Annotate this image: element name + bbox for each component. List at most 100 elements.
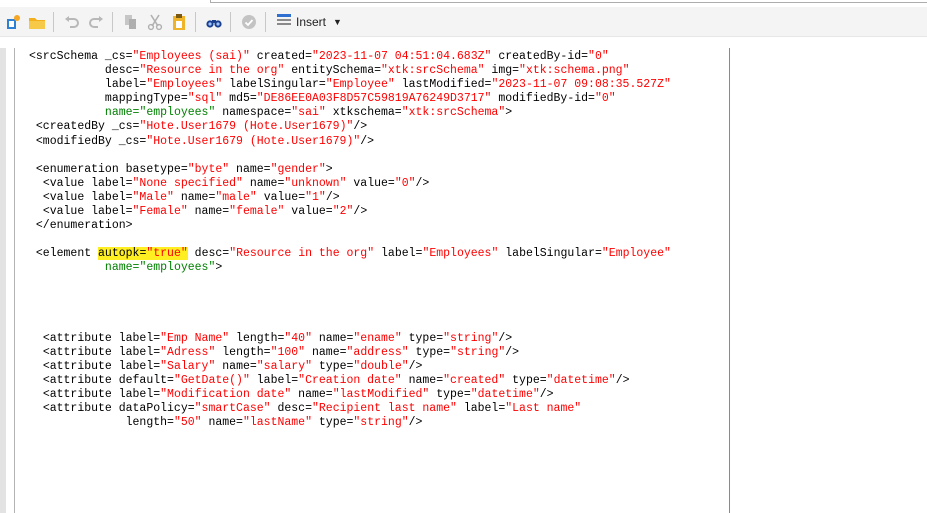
code-token: "xtk:srcSchema" xyxy=(381,64,485,78)
code-token: /> xyxy=(408,416,423,430)
code-line: <attribute label="Modification date" nam… xyxy=(29,388,671,402)
find-icon[interactable] xyxy=(203,11,225,33)
code-line: <modifiedBy _cs="Hote.User1679 (Hote.Use… xyxy=(29,135,671,149)
code-token: <attribute dataPolicy= xyxy=(42,402,195,416)
validate-icon[interactable] xyxy=(238,11,260,33)
code-token: "smartCase" xyxy=(194,402,271,416)
code-token: "employees" xyxy=(139,261,216,275)
code-token: <attribute label= xyxy=(42,360,161,374)
code-token: label= xyxy=(374,247,423,261)
code-token: "Recipient last name" xyxy=(311,402,457,416)
code-token: "Adress" xyxy=(160,345,216,359)
code-token: > xyxy=(325,162,333,176)
code-token: type= xyxy=(429,388,471,402)
code-token: "datetime" xyxy=(546,374,616,388)
code-token: <attribute label= xyxy=(42,331,161,345)
code-line: length="50" name="lastName" type="string… xyxy=(29,416,671,430)
code-line: <attribute dataPolicy="smartCase" desc="… xyxy=(29,402,671,416)
code-token: name= xyxy=(305,345,347,359)
code-token: name= xyxy=(201,416,243,430)
code-token: "lastName" xyxy=(242,416,312,430)
toolbar-separator xyxy=(112,11,113,32)
editor-toolbar: Insert ▼ xyxy=(0,7,927,37)
code-token: length= xyxy=(229,331,285,345)
code-token: <attribute label= xyxy=(42,388,161,402)
code-token: /> xyxy=(408,360,423,374)
code-line: <createdBy _cs="Hote.User1679 (Hote.User… xyxy=(29,120,671,134)
code-token: "2023-11-07 09:08:35.527Z" xyxy=(491,78,671,92)
code-token: type= xyxy=(401,331,444,345)
code-token: value= xyxy=(284,205,333,219)
code-token: "Hote.User1679 (Hote.User1679)" xyxy=(146,134,361,148)
open-folder-icon[interactable] xyxy=(26,11,48,33)
code-token: value= xyxy=(346,176,395,190)
toolbar-separator xyxy=(265,11,266,32)
new-icon[interactable] xyxy=(2,11,24,33)
copy-icon[interactable] xyxy=(120,11,142,33)
code-token: "xtk:srcSchema" xyxy=(401,106,506,120)
code-token: "Resource in the org" xyxy=(229,247,375,261)
code-token: "salary" xyxy=(256,360,312,374)
code-token: "string" xyxy=(353,416,409,430)
redo-icon[interactable] xyxy=(85,11,107,33)
code-token: name= xyxy=(242,176,285,190)
code-text[interactable]: <srcSchema _cs="Employees (sai)" created… xyxy=(29,50,671,431)
code-token: "DE86EE0A03F8D57C59819A76249D3717" xyxy=(256,92,492,106)
code-token: name= xyxy=(215,360,257,374)
dropdown-caret-icon: ▼ xyxy=(333,16,342,27)
insert-button[interactable]: Insert ▼ xyxy=(273,11,346,33)
code-line: name="employees" namespace="sai" xtksche… xyxy=(29,106,671,120)
paste-icon[interactable] xyxy=(168,11,190,33)
code-token: "Resource in the org" xyxy=(139,64,285,78)
code-token: </enumeration> xyxy=(35,219,133,233)
code-line: <srcSchema _cs="Employees (sai)" created… xyxy=(29,50,671,64)
code-token: name= xyxy=(104,261,140,275)
code-token: "unknown" xyxy=(284,176,347,190)
top-strip xyxy=(0,0,927,7)
code-token: type= xyxy=(311,416,354,430)
code-token: "Male" xyxy=(132,190,174,204)
code-token: <modifiedBy _cs= xyxy=(35,134,147,148)
insert-icon xyxy=(277,13,291,30)
undo-icon[interactable] xyxy=(61,11,83,33)
code-token: /> xyxy=(353,205,368,219)
code-token: type= xyxy=(505,374,547,388)
code-token: label= xyxy=(456,402,506,416)
code-token: _cs= xyxy=(104,50,133,63)
xml-editor[interactable]: <srcSchema _cs="Employees (sai)" created… xyxy=(0,37,927,513)
code-token: <value label= xyxy=(42,176,133,190)
code-line: </enumeration> xyxy=(29,219,671,233)
code-line: mappingType="sql" md5="DE86EE0A03F8D57C5… xyxy=(29,92,671,106)
code-token: img= xyxy=(484,64,520,78)
code-token: created= xyxy=(249,50,312,63)
code-token: "string" xyxy=(450,345,506,359)
code-token: name= xyxy=(187,205,230,219)
cut-icon[interactable] xyxy=(144,11,166,33)
code-token: "female" xyxy=(229,205,285,219)
code-token: md5= xyxy=(222,92,257,106)
code-token: xtkschema= xyxy=(325,106,402,120)
code-line: desc="Resource in the org" entitySchema=… xyxy=(29,64,671,78)
code-line: <attribute label="Salary" name="salary" … xyxy=(29,360,671,374)
highlighted-token: "true" xyxy=(146,247,188,261)
code-token: type= xyxy=(408,345,451,359)
editor-gutter xyxy=(0,48,6,513)
code-token: "Employees" xyxy=(146,78,223,92)
code-token: label= xyxy=(249,374,299,388)
code-token: name= xyxy=(173,190,216,204)
